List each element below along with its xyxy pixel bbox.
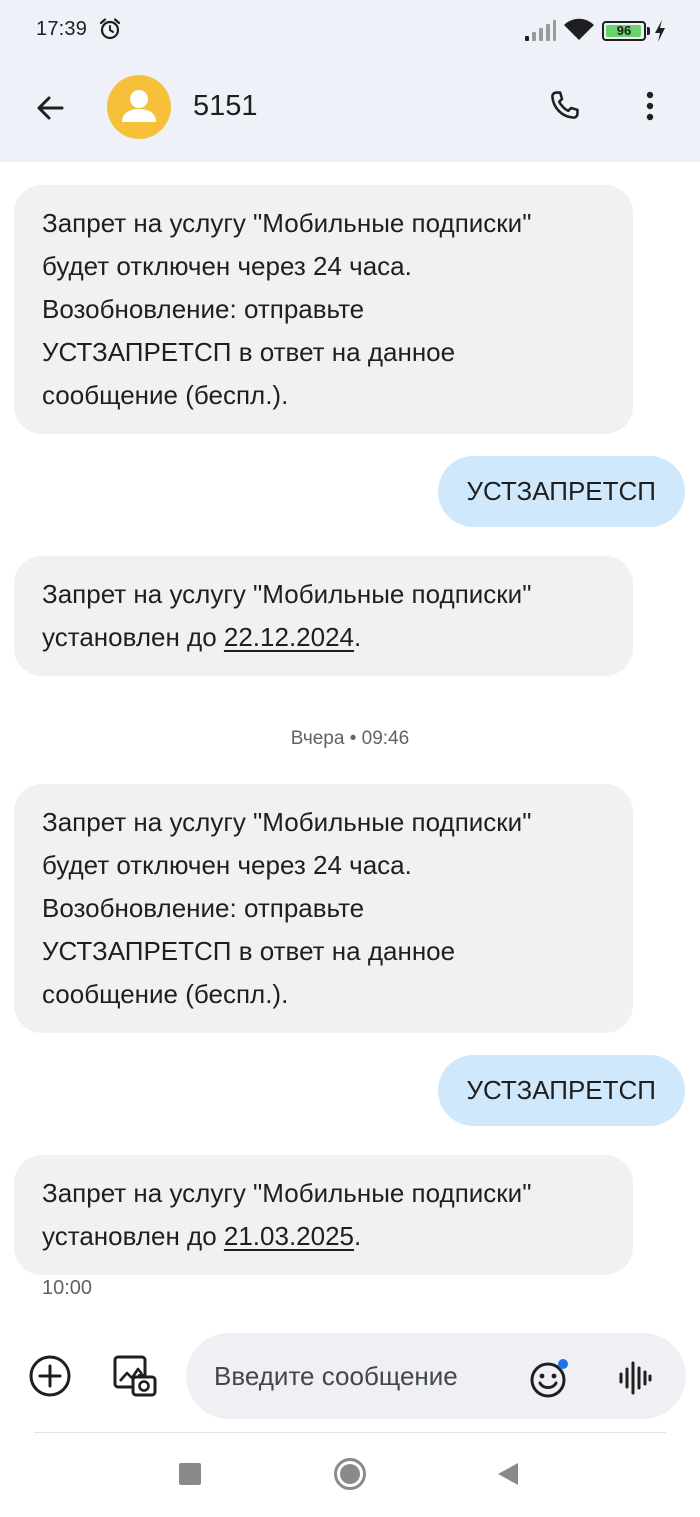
emoji-icon bbox=[530, 1359, 568, 1398]
message-line: Возобновление: отправьте bbox=[42, 893, 365, 923]
status-time: 17:39 bbox=[36, 18, 88, 40]
more-options-button[interactable] bbox=[628, 84, 672, 128]
message-line: Запрет на услугу "Мобильные подписки" bbox=[42, 1178, 532, 1208]
person-icon bbox=[122, 90, 156, 122]
gallery-icon bbox=[113, 1355, 157, 1397]
nav-divider bbox=[34, 1432, 666, 1433]
message-line: установлен до 22.12.2024. bbox=[42, 616, 605, 659]
message-input[interactable] bbox=[214, 1358, 514, 1394]
message-text: установлен до bbox=[42, 622, 224, 652]
gallery-button[interactable] bbox=[108, 1350, 162, 1402]
message-text: установлен до bbox=[42, 1221, 224, 1251]
compose-box bbox=[186, 1333, 686, 1419]
voice-message-button[interactable] bbox=[611, 1354, 659, 1402]
phone-icon bbox=[551, 91, 579, 119]
arrow-back-icon bbox=[37, 96, 64, 120]
message-line: УСТЗАПРЕТСП в ответ на данное bbox=[42, 337, 456, 367]
nav-back-icon bbox=[498, 1463, 518, 1485]
message-outgoing-1[interactable]: УСТЗАПРЕТСП bbox=[437, 456, 685, 527]
date-link[interactable]: 22.12.2024 bbox=[224, 622, 354, 652]
signal-icon bbox=[524, 20, 556, 42]
message-incoming-2[interactable]: Запрет на услугу "Мобильные подписки" ус… bbox=[14, 556, 633, 676]
app-bar: 5151 bbox=[0, 62, 700, 162]
message-text: . bbox=[354, 622, 362, 652]
voice-wave-icon bbox=[619, 1361, 652, 1395]
message-line: будет отключен через 24 часа. bbox=[42, 251, 412, 281]
nav-recents-button[interactable] bbox=[168, 1452, 212, 1496]
message-timestamp: 10:00 bbox=[42, 1277, 93, 1299]
alarm-clock-icon bbox=[98, 17, 122, 41]
date-link[interactable]: 21.03.2025 bbox=[224, 1221, 354, 1251]
nav-home-button[interactable] bbox=[328, 1452, 372, 1496]
message-incoming-1[interactable]: Запрет на услугу "Мобильные подписки" бу… bbox=[14, 185, 633, 434]
status-bar: 17:39 96 bbox=[0, 0, 700, 62]
battery-tip bbox=[647, 27, 650, 35]
contact-name[interactable]: 5151 bbox=[193, 90, 258, 123]
message-line: УСТЗАПРЕТСП в ответ на данное bbox=[42, 936, 456, 966]
message-line: будет отключен через 24 часа. bbox=[42, 850, 412, 880]
call-button[interactable] bbox=[542, 84, 586, 128]
top-bar: 17:39 96 5151 bbox=[0, 0, 700, 162]
add-circle-icon bbox=[29, 1355, 71, 1397]
message-text: УСТЗАПРЕТСП bbox=[466, 1075, 657, 1105]
avatar[interactable] bbox=[107, 75, 171, 139]
day-separator: Вчера • 09:46 bbox=[290, 728, 410, 749]
battery-level: 96 bbox=[616, 23, 632, 38]
nav-home-icon bbox=[334, 1458, 366, 1490]
message-line: Возобновление: отправьте bbox=[42, 294, 365, 324]
more-vert-icon bbox=[646, 91, 654, 121]
nav-back-button[interactable] bbox=[486, 1452, 530, 1496]
message-outgoing-2[interactable]: УСТЗАПРЕТСП bbox=[437, 1055, 685, 1126]
add-attachment-button[interactable] bbox=[24, 1350, 76, 1402]
charging-bolt-icon bbox=[654, 19, 666, 43]
message-text: УСТЗАПРЕТСП bbox=[466, 476, 657, 506]
nav-recents-icon bbox=[179, 1463, 201, 1485]
message-text: . bbox=[354, 1221, 362, 1251]
message-line: Запрет на услугу "Мобильные подписки" bbox=[42, 807, 532, 837]
message-line: Запрет на услугу "Мобильные подписки" bbox=[42, 579, 532, 609]
message-incoming-3[interactable]: Запрет на услугу "Мобильные подписки" бу… bbox=[14, 784, 633, 1033]
message-line: сообщение (беспл.). bbox=[42, 380, 289, 410]
emoji-button[interactable] bbox=[526, 1354, 574, 1402]
wifi-icon bbox=[563, 18, 595, 42]
message-incoming-4[interactable]: Запрет на услугу "Мобильные подписки" ус… bbox=[14, 1155, 633, 1275]
message-line: установлен до 21.03.2025. bbox=[42, 1215, 605, 1258]
message-line: Запрет на услугу "Мобильные подписки" bbox=[42, 208, 532, 238]
back-button[interactable] bbox=[28, 86, 72, 130]
message-line: сообщение (беспл.). bbox=[42, 979, 289, 1009]
battery-icon: 96 bbox=[602, 20, 652, 42]
